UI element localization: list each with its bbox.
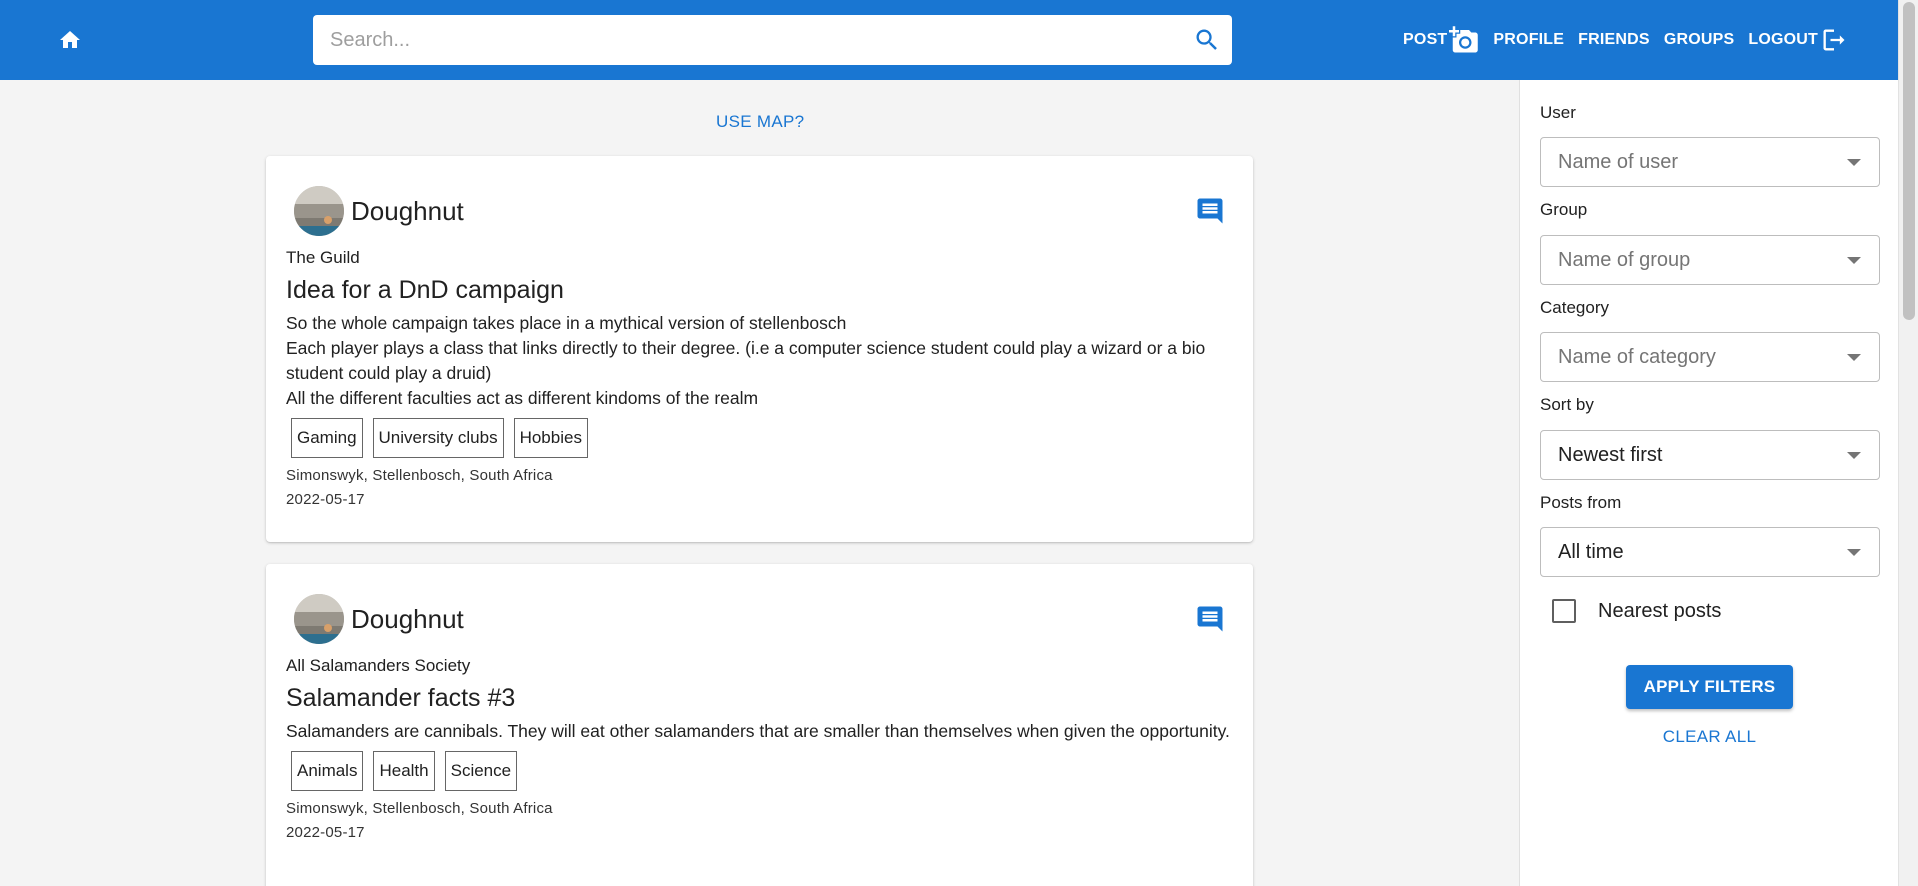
profile-label: PROFILE (1493, 31, 1565, 48)
scrollbar-thumb[interactable] (1903, 2, 1915, 320)
posts-from-value: All time (1558, 540, 1624, 563)
category-select[interactable]: Name of category (1540, 332, 1880, 382)
tag-chip[interactable]: Science (444, 751, 518, 791)
sort-by-label: Sort by (1540, 395, 1594, 414)
sort-by-value: Newest first (1558, 443, 1663, 466)
dropdown-arrow-icon (1847, 159, 1861, 166)
post-location: Simonswyk, Stellenbosch, South Africa (286, 467, 553, 484)
nearest-posts-checkbox[interactable]: Nearest posts (1552, 599, 1721, 623)
tag-chip[interactable]: Health (373, 751, 435, 791)
post-text: So the whole campaign takes place in a m… (286, 311, 1233, 411)
post-text-line: All the different faculties act as diffe… (286, 388, 759, 408)
posts-from-select[interactable]: All time (1540, 527, 1880, 577)
post-date: 2022-05-17 (286, 824, 365, 841)
profile-button[interactable]: PROFILE (1493, 31, 1564, 49)
dropdown-arrow-icon (1847, 354, 1861, 361)
groups-button[interactable]: GROUPS (1664, 31, 1735, 49)
logout-button[interactable]: LOGOUT (1748, 26, 1848, 54)
avatar[interactable] (294, 186, 344, 236)
add-photo-icon (1449, 25, 1479, 55)
clear-all-button[interactable]: CLEAR ALL (1626, 722, 1793, 752)
post-date: 2022-05-17 (286, 491, 365, 508)
post-card: Doughnut The Guild Idea for a DnD campai… (266, 156, 1253, 542)
use-map-link[interactable]: USE MAP? (716, 112, 804, 132)
dropdown-arrow-icon (1847, 257, 1861, 264)
post-card: Doughnut All Salamanders Society Salaman… (266, 564, 1253, 886)
post-text-line: Each player plays a class that links dir… (286, 338, 1206, 383)
comment-button[interactable] (1195, 196, 1225, 226)
post-label: POST (1403, 31, 1448, 48)
post-text: Salamanders are cannibals. They will eat… (286, 719, 1233, 744)
filter-panel: User Name of user Group Name of group Ca… (1519, 80, 1898, 886)
dropdown-arrow-icon (1847, 549, 1861, 556)
post-group[interactable]: The Guild (286, 248, 1233, 268)
tag-chip[interactable]: University clubs (372, 418, 504, 458)
post-location: Simonswyk, Stellenbosch, South Africa (286, 800, 553, 817)
group-select[interactable]: Name of group (1540, 235, 1880, 285)
logout-label: LOGOUT (1748, 31, 1818, 48)
group-select-placeholder: Name of group (1558, 248, 1691, 271)
post-text-line: Salamanders are cannibals. They will eat… (286, 721, 1230, 741)
checkbox-icon[interactable] (1552, 599, 1576, 623)
post-username[interactable]: Doughnut (351, 604, 464, 635)
tag-chip[interactable]: Hobbies (513, 418, 588, 458)
groups-label: GROUPS (1663, 31, 1735, 48)
apply-filters-button[interactable]: APPLY FILTERS (1626, 665, 1793, 709)
post-button[interactable]: POST (1403, 25, 1479, 55)
sort-by-select[interactable]: Newest first (1540, 430, 1880, 480)
search-icon (1196, 29, 1217, 50)
app-bar: POST PROFILE FRIENDS GROUPS LOGOUT (0, 0, 1898, 80)
user-select[interactable]: Name of user (1540, 137, 1880, 187)
nearest-posts-label: Nearest posts (1598, 599, 1722, 622)
post-author: Doughnut (294, 594, 464, 644)
post-group[interactable]: All Salamanders Society (286, 656, 1233, 676)
dropdown-arrow-icon (1847, 452, 1861, 459)
tag-chip[interactable]: Animals (291, 751, 364, 791)
home-button[interactable] (52, 22, 88, 58)
post-title: Salamander facts #3 (286, 684, 516, 712)
category-select-placeholder: Name of category (1558, 345, 1716, 368)
comment-icon (1197, 606, 1223, 632)
post-username[interactable]: Doughnut (351, 196, 464, 227)
post-text-line: So the whole campaign takes place in a m… (286, 313, 847, 333)
friends-button[interactable]: FRIENDS (1578, 31, 1650, 49)
page-scrollbar[interactable] (1898, 0, 1918, 886)
comment-icon (1197, 198, 1223, 224)
comment-button[interactable] (1195, 604, 1225, 634)
posts-from-label: Posts from (1540, 493, 1622, 512)
post-tags: Animals Health Science (291, 751, 1233, 791)
top-nav: POST PROFILE FRIENDS GROUPS LOGOUT (1403, 0, 1848, 80)
avatar[interactable] (294, 594, 344, 644)
search-input[interactable] (313, 15, 1182, 65)
post-title: Idea for a DnD campaign (286, 276, 564, 304)
category-filter-label: Category (1540, 298, 1609, 317)
post-tags: Gaming University clubs Hobbies (291, 418, 1233, 458)
user-select-placeholder: Name of user (1558, 150, 1679, 173)
user-filter-label: User (1540, 103, 1576, 122)
home-icon (60, 31, 80, 48)
logout-icon (1820, 26, 1848, 54)
search-bar (313, 15, 1232, 65)
friends-label: FRIENDS (1578, 31, 1650, 48)
group-filter-label: Group (1540, 200, 1588, 219)
post-author: Doughnut (294, 186, 464, 236)
tag-chip[interactable]: Gaming (291, 418, 363, 458)
search-button[interactable] (1182, 15, 1232, 65)
